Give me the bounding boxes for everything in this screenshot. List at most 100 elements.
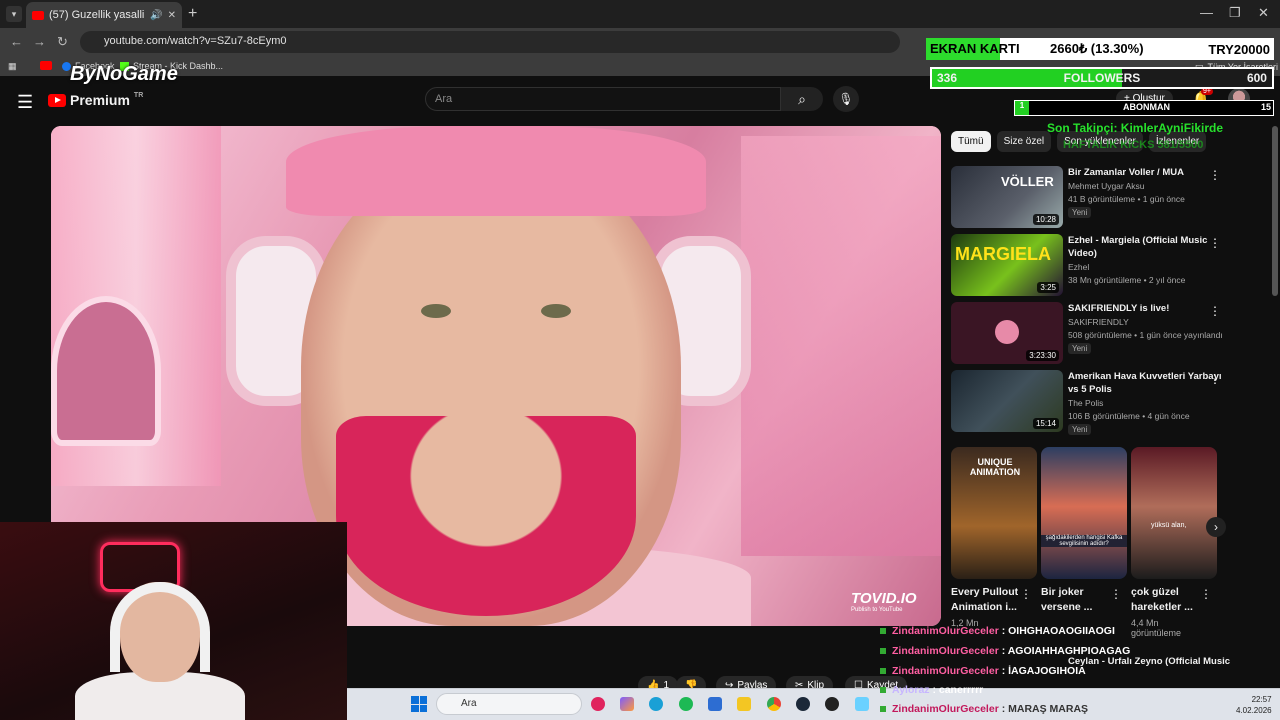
- channel-name: The Polis: [1068, 398, 1104, 408]
- short-item[interactable]: yüksü alan,: [1131, 447, 1217, 579]
- close-tab-icon[interactable]: ✕: [168, 10, 176, 21]
- more-options-icon[interactable]: ⋮: [1209, 168, 1221, 182]
- scrollbar[interactable]: [1272, 126, 1278, 296]
- audio-icon[interactable]: 🔊: [150, 10, 162, 21]
- store-icon[interactable]: [708, 697, 722, 711]
- logo-text: Premium: [70, 92, 130, 108]
- chat-user: ZindanimOlurGeceler: [892, 625, 999, 637]
- chat-message: Ayloraz : canerrrrr: [880, 684, 983, 696]
- recommendation-item[interactable]: MARGIELA 3:25 Ezhel - Margiela (Official…: [951, 234, 1271, 296]
- app-icon[interactable]: [855, 697, 869, 711]
- chip-for-you[interactable]: Size özel: [996, 131, 1052, 152]
- spotify-icon[interactable]: [679, 697, 693, 711]
- chat-message: ZindanimOlurGeceler : İAGAJOGIHOIA: [880, 665, 1086, 677]
- new-badge: Yeni: [1068, 207, 1092, 218]
- edge-icon[interactable]: [649, 697, 663, 711]
- short-thumb-text: yüksü alan,: [1151, 522, 1187, 529]
- followers-goal: 600: [1246, 71, 1267, 85]
- youtube-logo[interactable]: Premium TR: [48, 92, 143, 108]
- more-options-icon[interactable]: ⋮: [1110, 587, 1122, 601]
- taskbar-clock[interactable]: 22:57 4.02.2026: [1236, 694, 1272, 716]
- short-item[interactable]: şağıdakilerden hangisi Kafka sevgilisini…: [1041, 447, 1127, 579]
- video-mirror: [51, 296, 161, 446]
- short-title: çok güzel hareketler ...: [1131, 586, 1193, 613]
- notification-count-badge: 9+: [1201, 88, 1213, 95]
- followers-goal-bar: 336 FOLLOWERS 600: [930, 67, 1274, 89]
- youtube-favicon-icon: [40, 61, 52, 70]
- chrome-icon[interactable]: [767, 697, 781, 711]
- mic-icon: 🎙: [838, 92, 854, 106]
- media-player-icon[interactable]: [591, 697, 605, 711]
- url-field[interactable]: youtube.com/watch?v=SZu7-8cEym0: [80, 31, 900, 53]
- chat-message: ZindanimOlurGeceler : MARAŞ MARAŞ: [880, 703, 1088, 715]
- channel-name: Ezhel: [1068, 262, 1090, 272]
- chip-all[interactable]: Tümü: [951, 131, 991, 152]
- more-options-icon[interactable]: ⋮: [1209, 236, 1221, 250]
- file-explorer-icon[interactable]: [737, 697, 751, 711]
- reload-icon[interactable]: ↻: [57, 34, 68, 50]
- sub-count: 1: [1015, 101, 1029, 115]
- webcam-headphones: [110, 582, 210, 672]
- video-meta: 38 Mn görüntüleme • 2 yıl önce: [1068, 275, 1186, 285]
- chat-user: ZindanimOlurGeceler: [892, 645, 999, 657]
- short-item[interactable]: UNIQUE ANIMATION: [951, 447, 1037, 579]
- subscription-goal-bar: 1 ABONMAN 15: [1014, 100, 1274, 116]
- new-badge: Yeni: [1068, 424, 1092, 435]
- more-options-icon[interactable]: ⋮: [1209, 372, 1221, 386]
- recommendation-item[interactable]: 15:14 Amerikan Hava Kuvvetleri Yarbayı v…: [951, 370, 1271, 435]
- clock-date: 4.02.2026: [1236, 706, 1272, 715]
- recommendation-item[interactable]: 3:23:30 SAKIFRIENDLY is live! SAKIFRIEND…: [951, 302, 1271, 364]
- clock-time: 22:57: [1251, 695, 1272, 704]
- apps-icon[interactable]: ▦: [8, 61, 17, 72]
- more-options-icon[interactable]: ⋮: [1020, 587, 1032, 601]
- gpu-goal-amount: 2660₺ (13.30%): [1050, 41, 1144, 56]
- screen: ▾ (57) Guzellik yasallik degil P 🔊 ✕ + —…: [0, 0, 1280, 720]
- short-title: Bir joker versene ...: [1041, 586, 1093, 613]
- chat-badge-icon: [880, 706, 886, 712]
- more-options-icon[interactable]: ⋮: [1209, 304, 1221, 318]
- video-thumbnail: VÖLLER 10:28: [951, 166, 1063, 228]
- video-thumbnail: MARGIELA 3:25: [951, 234, 1063, 296]
- chat-badge-icon: [880, 648, 886, 654]
- gpu-goal-bar: EKRAN KARTI 2660₺ (13.30%) TRY20000: [926, 38, 1274, 60]
- channel-name: Mehmet Uygar Aksu: [1068, 181, 1145, 191]
- tab-list-button[interactable]: ▾: [6, 6, 22, 22]
- recommendation-peek-title: Ceylan - Urfalı Zeyno (Official Music: [1068, 656, 1231, 667]
- recommendation-item[interactable]: VÖLLER 10:28 Bir Zamanlar Voller / MUA M…: [951, 166, 1271, 228]
- forward-icon[interactable]: →: [33, 34, 46, 49]
- channel-name: SAKIFRIENDLY: [1068, 317, 1129, 327]
- thumb-text: VÖLLER: [1001, 174, 1054, 189]
- copilot-icon[interactable]: [620, 697, 634, 711]
- close-window-icon[interactable]: ✕: [1258, 5, 1269, 21]
- video-eyes: [421, 304, 571, 324]
- sub-goal: 15: [1260, 102, 1271, 112]
- browser-tab-active[interactable]: (57) Guzellik yasallik degil P 🔊 ✕: [26, 2, 182, 28]
- last-follower-text: Son Takipçi: KimlerAyniFikirde: [1047, 121, 1224, 135]
- menu-icon[interactable]: ☰: [17, 92, 33, 113]
- back-icon[interactable]: ←: [10, 34, 23, 49]
- duration-badge: 3:23:30: [1026, 350, 1059, 361]
- weekly-kicks-text: HAFTALIK KICKS 581/5500: [1063, 139, 1204, 151]
- search-input[interactable]: Ara: [425, 87, 781, 111]
- more-options-icon[interactable]: ⋮: [1200, 587, 1212, 601]
- chat-text: : canerrrrr: [932, 684, 984, 696]
- bookmark-youtube[interactable]: [40, 61, 52, 70]
- shorts-next-icon[interactable]: ›: [1206, 517, 1226, 537]
- video-thumbnail: 15:14: [951, 370, 1063, 432]
- steam-icon[interactable]: [796, 697, 810, 711]
- video-cap: [286, 126, 706, 216]
- new-tab-button[interactable]: +: [188, 5, 197, 23]
- video-meta: 508 görüntüleme • 1 gün önce yayınlandı: [1068, 330, 1223, 340]
- video-title: Ezhel - Margiela (Official Music Video): [1068, 235, 1208, 259]
- restore-icon[interactable]: ❐: [1229, 5, 1241, 21]
- windows-start-icon[interactable]: [411, 696, 427, 712]
- search-icon: ⌕: [798, 90, 806, 107]
- thumb-text: MARGIELA: [955, 244, 1051, 264]
- tab-title: (57) Guzellik yasallik degil P: [49, 9, 145, 21]
- taskbar-search[interactable]: Ara: [436, 693, 582, 715]
- voice-search-button[interactable]: 🎙: [833, 86, 859, 112]
- obs-icon[interactable]: [825, 697, 839, 711]
- minimize-icon[interactable]: —: [1200, 5, 1213, 20]
- video-beard: [336, 416, 636, 616]
- search-button[interactable]: ⌕: [781, 87, 823, 111]
